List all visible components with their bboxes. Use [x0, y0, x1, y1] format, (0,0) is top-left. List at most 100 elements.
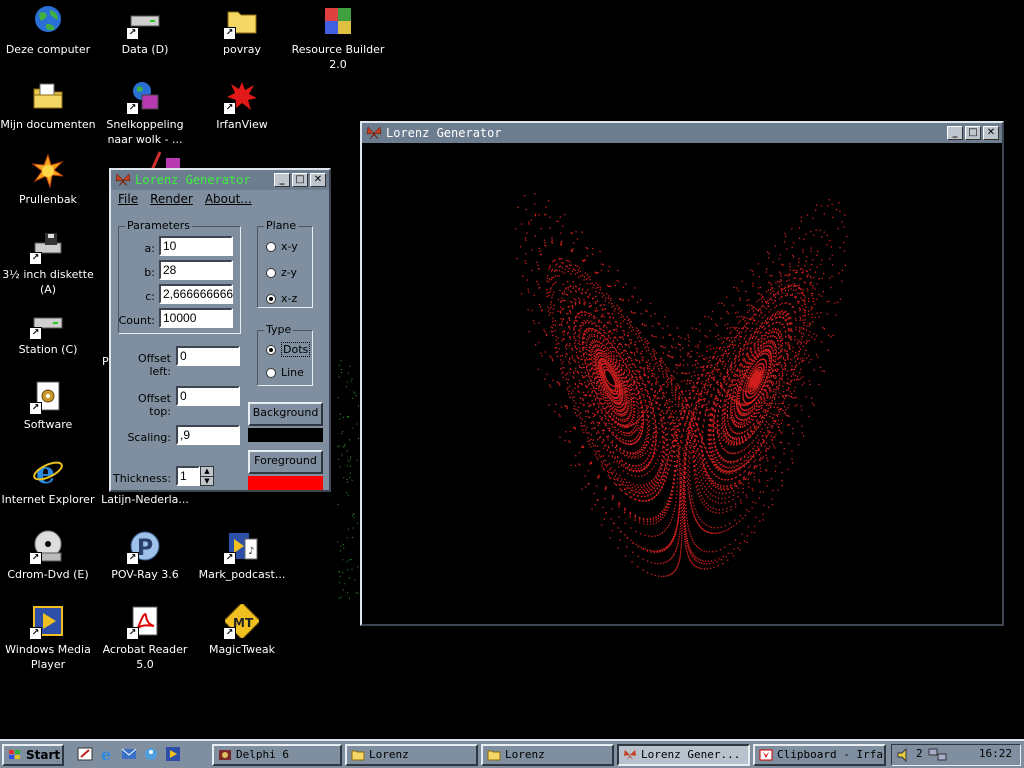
- taskbar-item-lorenz-folder-1[interactable]: Lorenz: [345, 744, 478, 766]
- povray-icon: P ↗: [126, 529, 162, 565]
- desktop-icon-deze-computer[interactable]: Deze computer: [0, 4, 96, 57]
- outlook-express-icon[interactable]: [120, 745, 138, 763]
- show-desktop-icon[interactable]: [76, 745, 94, 763]
- desktop-icon-internet-explorer[interactable]: e Internet Explorer: [0, 454, 96, 507]
- background-button[interactable]: Background: [248, 402, 323, 426]
- windows-logo-icon: [9, 750, 20, 759]
- desktop-icon-label: Resource Builder 2.0: [291, 43, 385, 71]
- plane-radio-zy[interactable]: z-y: [266, 266, 297, 279]
- quick-launch: e: [76, 745, 182, 765]
- type-group-title: Type: [264, 323, 294, 336]
- globe-book-icon: ↗: [126, 79, 162, 115]
- butterfly-app-icon: [624, 749, 636, 761]
- control-body: Parameters a: 10 b: 28 c: 2,666666666 Co…: [111, 208, 329, 490]
- desktop-icon-data-d[interactable]: ↗ Data (D): [97, 4, 193, 57]
- desktop-icon-resource-builder[interactable]: Resource Builder 2.0: [290, 4, 386, 72]
- control-window-titlebar[interactable]: Lorenz Generator _ □ ✕: [111, 170, 329, 190]
- offset-left-input[interactable]: 0: [176, 346, 240, 366]
- offset-top-input[interactable]: 0: [176, 386, 240, 406]
- desktop-icon-mijn-documenten[interactable]: Mijn documenten: [0, 79, 96, 132]
- desktop-icon-povray-36[interactable]: P ↗ POV-Ray 3.6: [97, 529, 193, 582]
- shortcut-arrow-icon: ↗: [29, 552, 42, 565]
- spin-up-icon[interactable]: ▲: [201, 467, 213, 477]
- internet-explorer-icon[interactable]: e: [98, 745, 116, 763]
- minimize-button[interactable]: _: [274, 173, 290, 187]
- partial-desktop-label: P: [102, 355, 109, 368]
- scaling-input[interactable]: ,9: [176, 425, 240, 445]
- foreground-button[interactable]: Foreground: [248, 450, 323, 474]
- render-window-title: Lorenz Generator: [386, 126, 502, 140]
- desktop-icon-label: POV-Ray 3.6: [111, 568, 179, 581]
- desktop-icon-software[interactable]: ↗ Software: [0, 379, 96, 432]
- offset-top-label: Offset top:: [137, 392, 171, 418]
- count-input[interactable]: 10000: [159, 308, 233, 328]
- thickness-input[interactable]: 1: [176, 466, 200, 486]
- radio-circle: [266, 367, 276, 378]
- desktop-icon-latijn-nederlands[interactable]: Latijn-Nederla...: [97, 492, 193, 512]
- type-radio-dots[interactable]: Dots: [266, 342, 311, 357]
- type-radio-line[interactable]: Line: [266, 366, 304, 379]
- start-button[interactable]: Start: [2, 744, 64, 766]
- thickness-label: Thickness:: [113, 472, 172, 485]
- desktop-icon-windows-media-player[interactable]: ↗ Windows Media Player: [0, 604, 96, 672]
- param-b-input[interactable]: 28: [159, 260, 233, 280]
- control-window-title: Lorenz Generator: [135, 173, 251, 187]
- network-computers-icon[interactable]: [928, 747, 948, 763]
- taskbar-item-delphi[interactable]: Delphi 6: [212, 744, 342, 766]
- radio-circle-selected: [266, 293, 276, 304]
- shortcut-arrow-icon: ↗: [29, 327, 42, 340]
- taskbar-item-lorenz-folder-2[interactable]: Lorenz: [481, 744, 614, 766]
- minimize-button[interactable]: _: [947, 126, 963, 140]
- desktop-icon-label: Mijn documenten: [0, 118, 96, 131]
- plane-radio-xy[interactable]: x-y: [266, 240, 298, 253]
- shortcut-arrow-icon: ↗: [223, 27, 236, 40]
- butterfly-app-icon: [115, 173, 131, 187]
- media-player-icon[interactable]: [164, 745, 182, 763]
- taskbar-item-lorenz-generator[interactable]: Lorenz Gener...: [617, 744, 750, 766]
- lorenz-attractor-canvas: [362, 143, 1002, 624]
- menu-render[interactable]: Render: [150, 192, 193, 206]
- desktop-icon-label: Station (C): [18, 343, 78, 356]
- close-button[interactable]: ✕: [310, 173, 326, 187]
- plane-radio-xz[interactable]: x-z: [266, 292, 297, 305]
- desktop-icon-snelkoppeling-wolk[interactable]: ↗ Snelkoppeling naar wolk - ...: [97, 79, 193, 147]
- resource-builder-cube-icon: [321, 4, 355, 38]
- shortcut-arrow-icon: ↗: [126, 102, 139, 115]
- lorenz-attractor-dots: [515, 193, 848, 578]
- param-b-label: b:: [144, 266, 155, 279]
- control-window: Lorenz Generator _ □ ✕ File Render About…: [109, 168, 331, 492]
- tray-clock: 16:22: [978, 747, 1012, 760]
- spin-down-icon[interactable]: ▼: [201, 477, 213, 486]
- shortcut-arrow-icon: ↗: [223, 627, 236, 640]
- internet-explorer-icon: e: [31, 454, 65, 491]
- desktop-icon-acrobat-reader[interactable]: ↗ Acrobat Reader 5.0: [97, 604, 193, 672]
- messenger-icon[interactable]: [142, 745, 160, 763]
- desktop-icon-diskette[interactable]: ↗ 3½ inch diskette (A): [0, 229, 96, 297]
- background-color-swatch: [248, 428, 323, 442]
- maximize-button[interactable]: □: [965, 126, 981, 140]
- desktop-icon-irfanview[interactable]: ↗ IrfanView: [194, 79, 290, 132]
- volume-speaker-icon[interactable]: [896, 747, 912, 763]
- taskbar-item-clipboard-irfanview[interactable]: Clipboard - Irfan...: [753, 744, 886, 766]
- desktop-icon-povray-folder[interactable]: ↗ povray: [194, 4, 290, 57]
- shortcut-arrow-icon: ↗: [223, 102, 236, 115]
- recycle-bin-burst-icon: [31, 153, 65, 189]
- desktop-icon-label: 3½ inch diskette (A): [2, 268, 94, 296]
- close-button[interactable]: ✕: [983, 126, 999, 140]
- shortcut-arrow-icon: ↗: [29, 402, 42, 415]
- menu-about[interactable]: About...: [205, 192, 252, 206]
- radio-circle-selected: [266, 344, 276, 355]
- render-window-titlebar[interactable]: Lorenz Generator _ □ ✕: [362, 123, 1002, 143]
- param-a-input[interactable]: 10: [159, 236, 233, 256]
- thickness-spinner[interactable]: ▲ ▼: [200, 466, 214, 486]
- param-c-input[interactable]: 2,666666666: [159, 284, 233, 304]
- desktop-icon-magictweak[interactable]: MT ↗ MagicTweak: [194, 601, 290, 657]
- desktop-icon-prullenbak[interactable]: Prullenbak: [0, 153, 96, 207]
- desktop-icon-cdrom[interactable]: ↗ Cdrom-Dvd (E): [0, 529, 96, 582]
- menu-file[interactable]: File: [118, 192, 138, 206]
- folder-icon: [487, 750, 501, 761]
- shortcut-arrow-icon: ↗: [29, 627, 42, 640]
- maximize-button[interactable]: □: [292, 173, 308, 187]
- desktop-icon-station-c[interactable]: ↗ Station (C): [0, 304, 96, 357]
- desktop-icon-mark-podcast[interactable]: ♪ ↗ Mark_podcast...: [194, 529, 290, 582]
